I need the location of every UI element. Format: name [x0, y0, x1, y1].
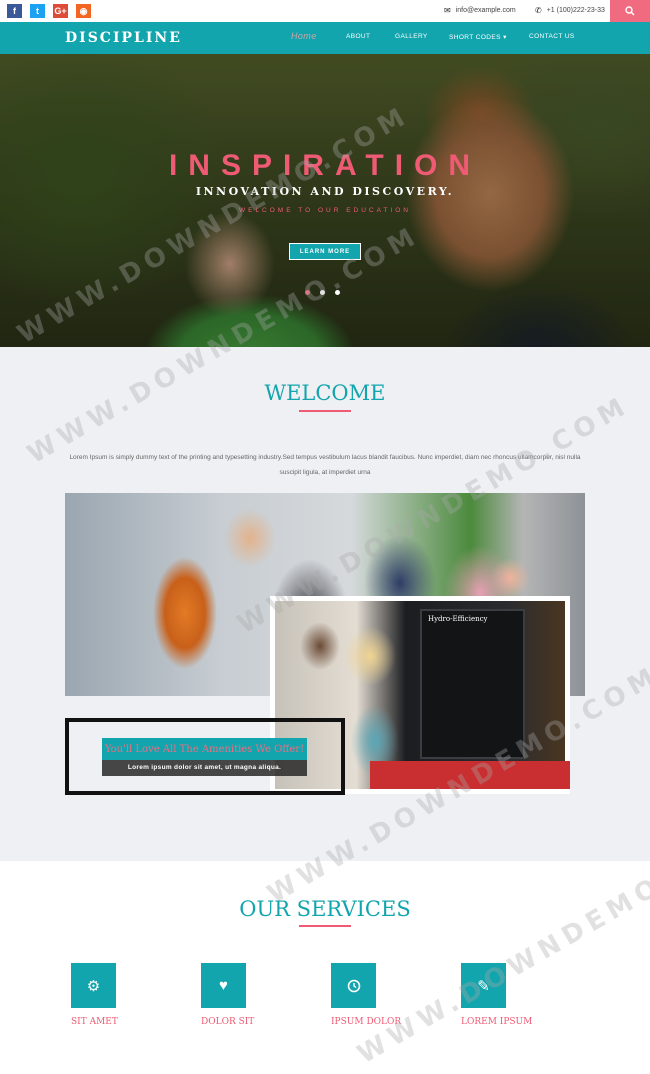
nav-item-gallery[interactable]: GALLERY — [395, 33, 428, 40]
social-links: f t G+ ◉ — [7, 4, 91, 18]
envelope-icon: ✉ — [444, 6, 451, 15]
nav-item-home[interactable]: Home — [291, 31, 317, 41]
nav-item-about[interactable]: ABOUT — [346, 33, 370, 40]
facebook-icon[interactable]: f — [7, 4, 22, 18]
nav-item-short-codes[interactable]: SHORT CODES ▾ — [449, 33, 507, 41]
slider-dot-3[interactable] — [335, 290, 340, 295]
twitter-icon[interactable]: t — [30, 4, 45, 18]
contact-phone: ✆ +1 (100)222-23-33 — [535, 6, 605, 15]
hero-image — [0, 54, 650, 347]
service-label-2: DOLOR SIT — [201, 1017, 255, 1027]
top-bar: f t G+ ◉ ✉ info@example.com ✆ +1 (100)22… — [0, 0, 650, 22]
services-title: OUR SERVICES — [239, 897, 411, 921]
learn-more-button[interactable]: LEARN MORE — [289, 243, 361, 260]
clock-icon — [331, 963, 376, 1008]
slider-dot-2[interactable] — [320, 290, 325, 295]
poster-title: Hydro-Efficiency — [428, 615, 488, 623]
email-text: info@example.com — [455, 7, 516, 14]
site-logo[interactable]: DISCIPLINE — [65, 30, 182, 46]
poster-board: Hydro-Efficiency — [420, 609, 525, 759]
amenities-banner-title: You'll Love All The Amenities We Offer! — [102, 738, 307, 760]
service-label-1: SIT AMET — [71, 1017, 118, 1027]
service-item-2[interactable]: ♥ DOLOR SIT — [201, 963, 254, 1027]
hero-tagline: WELCOME TO OUR EDUCATION — [238, 207, 412, 214]
nav-item-short-codes-label: SHORT CODES — [449, 34, 501, 41]
services-section: OUR SERVICES ⚙ SIT AMET ♥ DOLOR SIT IPSU… — [0, 861, 650, 1074]
welcome-title: WELCOME — [264, 381, 386, 405]
contact-email[interactable]: ✉ info@example.com — [444, 6, 516, 15]
welcome-title-underline — [299, 410, 351, 412]
phone-icon: ✆ — [535, 6, 542, 15]
service-label-3: IPSUM DOLOR — [331, 1017, 402, 1027]
phone-text: +1 (100)222-23-33 — [546, 7, 605, 14]
chevron-down-icon: ▾ — [503, 34, 507, 41]
nav-item-contact[interactable]: CONTACT US — [529, 33, 575, 40]
search-icon — [625, 6, 635, 16]
service-label-4: LOREM IPSUM — [461, 1017, 533, 1027]
service-item-3[interactable]: IPSUM DOLOR — [331, 963, 401, 1027]
search-button[interactable] — [610, 0, 650, 22]
hero-subtitle: INNOVATION AND DISCOVERY. — [195, 185, 455, 198]
service-item-4[interactable]: ✎ LOREM IPSUM — [461, 963, 532, 1027]
rss-icon[interactable]: ◉ — [76, 4, 91, 18]
google-plus-icon[interactable]: G+ — [53, 4, 68, 18]
gear-icon: ⚙ — [71, 963, 116, 1008]
hero-title: INSPIRATION — [168, 149, 482, 182]
hero-slider: INSPIRATION INNOVATION AND DISCOVERY. WE… — [0, 54, 650, 347]
slider-dots — [305, 290, 340, 295]
welcome-text: Lorem Ipsum is simply dummy text of the … — [69, 454, 581, 476]
pencil-icon: ✎ — [461, 963, 506, 1008]
welcome-section: WELCOME Lorem Ipsum is simply dummy text… — [0, 347, 650, 861]
services-title-underline — [299, 925, 351, 927]
slider-dot-1[interactable] — [305, 290, 310, 295]
display-table — [370, 761, 570, 789]
amenities-banner-subtitle: Lorem ipsum dolor sit amet, ut magna ali… — [127, 764, 282, 771]
service-item-1[interactable]: ⚙ SIT AMET — [71, 963, 118, 1027]
main-nav: DISCIPLINE Home ABOUT GALLERY SHORT CODE… — [0, 22, 650, 54]
heart-icon: ♥ — [201, 963, 246, 1008]
